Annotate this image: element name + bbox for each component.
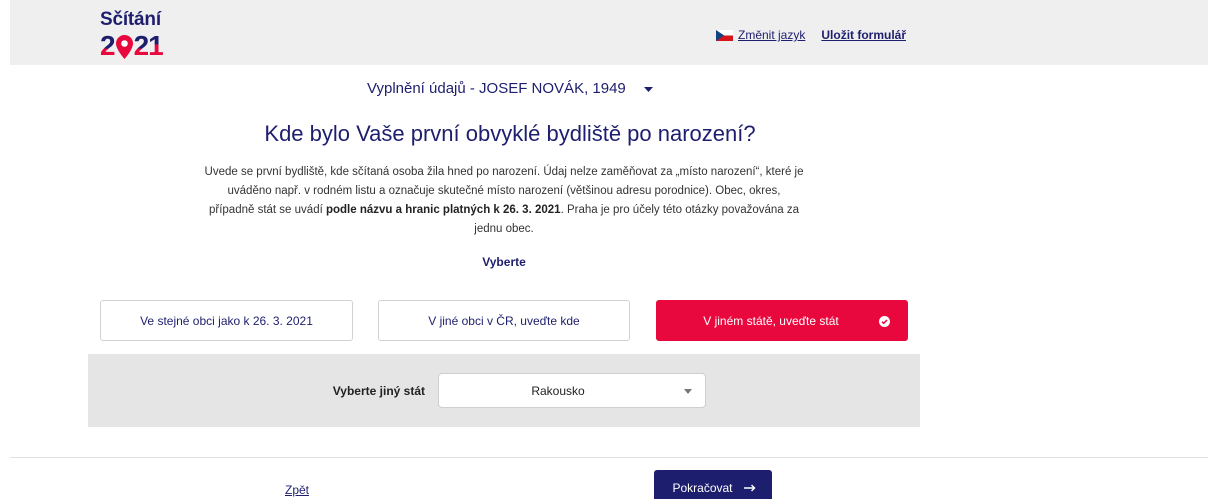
option-other-municipality-cz[interactable]: V jiné obci v ČR, uveďte kde	[378, 300, 630, 341]
question-title: Kde bylo Vaše první obvyklé bydliště po …	[264, 121, 756, 146]
continue-button[interactable]: Pokračovat	[654, 470, 772, 499]
logo-year-digit: 2	[100, 30, 116, 61]
caret-down-icon	[684, 389, 692, 394]
save-form-link[interactable]: Uložit formulář	[821, 27, 906, 43]
arrow-right-icon	[743, 484, 756, 492]
option-label: Ve stejné obci jako k 26. 3. 2021	[140, 313, 313, 328]
description-text: případně stát se uvádí	[208, 204, 326, 216]
description-bold-text: podle názvu a hranic platných k 26. 3. 2…	[325, 204, 561, 216]
change-language-link[interactable]: Změnit jazyk	[738, 27, 805, 43]
description-line: uváděno např. v rodném listu a označuje …	[227, 185, 781, 197]
respondent-label: Vyplnění údajů - JOSEF NOVÁK, 1949	[367, 80, 626, 97]
respondent-dropdown[interactable]: Vyplnění údajů - JOSEF NOVÁK, 1949	[88, 80, 932, 98]
option-label: V jiné obci v ČR, uveďte kde	[428, 313, 580, 328]
scitani-logo[interactable]: Sčítání 2 2 1	[100, 9, 180, 61]
select-prompt: Vyberte	[482, 255, 526, 269]
logo-year-digit: 1	[148, 30, 164, 61]
option-other-country[interactable]: V jiném státě, uveďte stát	[656, 300, 908, 341]
check-circle-icon	[879, 316, 890, 327]
logo-year: 2 2 1	[100, 30, 164, 61]
country-select-label: Vyberte jiný stát	[332, 384, 425, 398]
country-select-value: Rakousko	[531, 383, 585, 398]
back-link[interactable]: Zpět	[285, 482, 309, 498]
option-same-municipality[interactable]: Ve stejné obci jako k 26. 3. 2021	[100, 300, 353, 341]
logo-title: Sčítání	[100, 9, 161, 30]
location-pin-icon	[115, 35, 133, 59]
question-description: Uvede se první bydliště, kde sčítaná oso…	[88, 163, 920, 239]
header-bar: Sčítání 2 2 1 Změnit jazyk Uložit formul…	[10, 0, 1208, 65]
description-line: Uvede se první bydliště, kde sčítaná oso…	[204, 166, 804, 178]
logo-year-digit: 2	[133, 30, 150, 61]
description-line: jednu obec.	[474, 223, 534, 235]
header-links: Změnit jazyk Uložit formulář	[716, 27, 906, 43]
option-label: V jiném státě, uveďte stát	[703, 313, 839, 328]
description-text: . Praha je pro účely této otázky považov…	[560, 204, 800, 216]
caret-down-icon	[643, 86, 653, 92]
description-line: případně stát se uvádí podle názvu a hra…	[88, 201, 920, 220]
country-select[interactable]: Rakousko	[438, 373, 706, 408]
footer-divider	[10, 457, 1208, 458]
country-panel: Vyberte jiný stát Rakousko	[88, 354, 920, 427]
czech-flag-icon	[716, 29, 733, 41]
continue-label: Pokračovat	[672, 481, 733, 495]
